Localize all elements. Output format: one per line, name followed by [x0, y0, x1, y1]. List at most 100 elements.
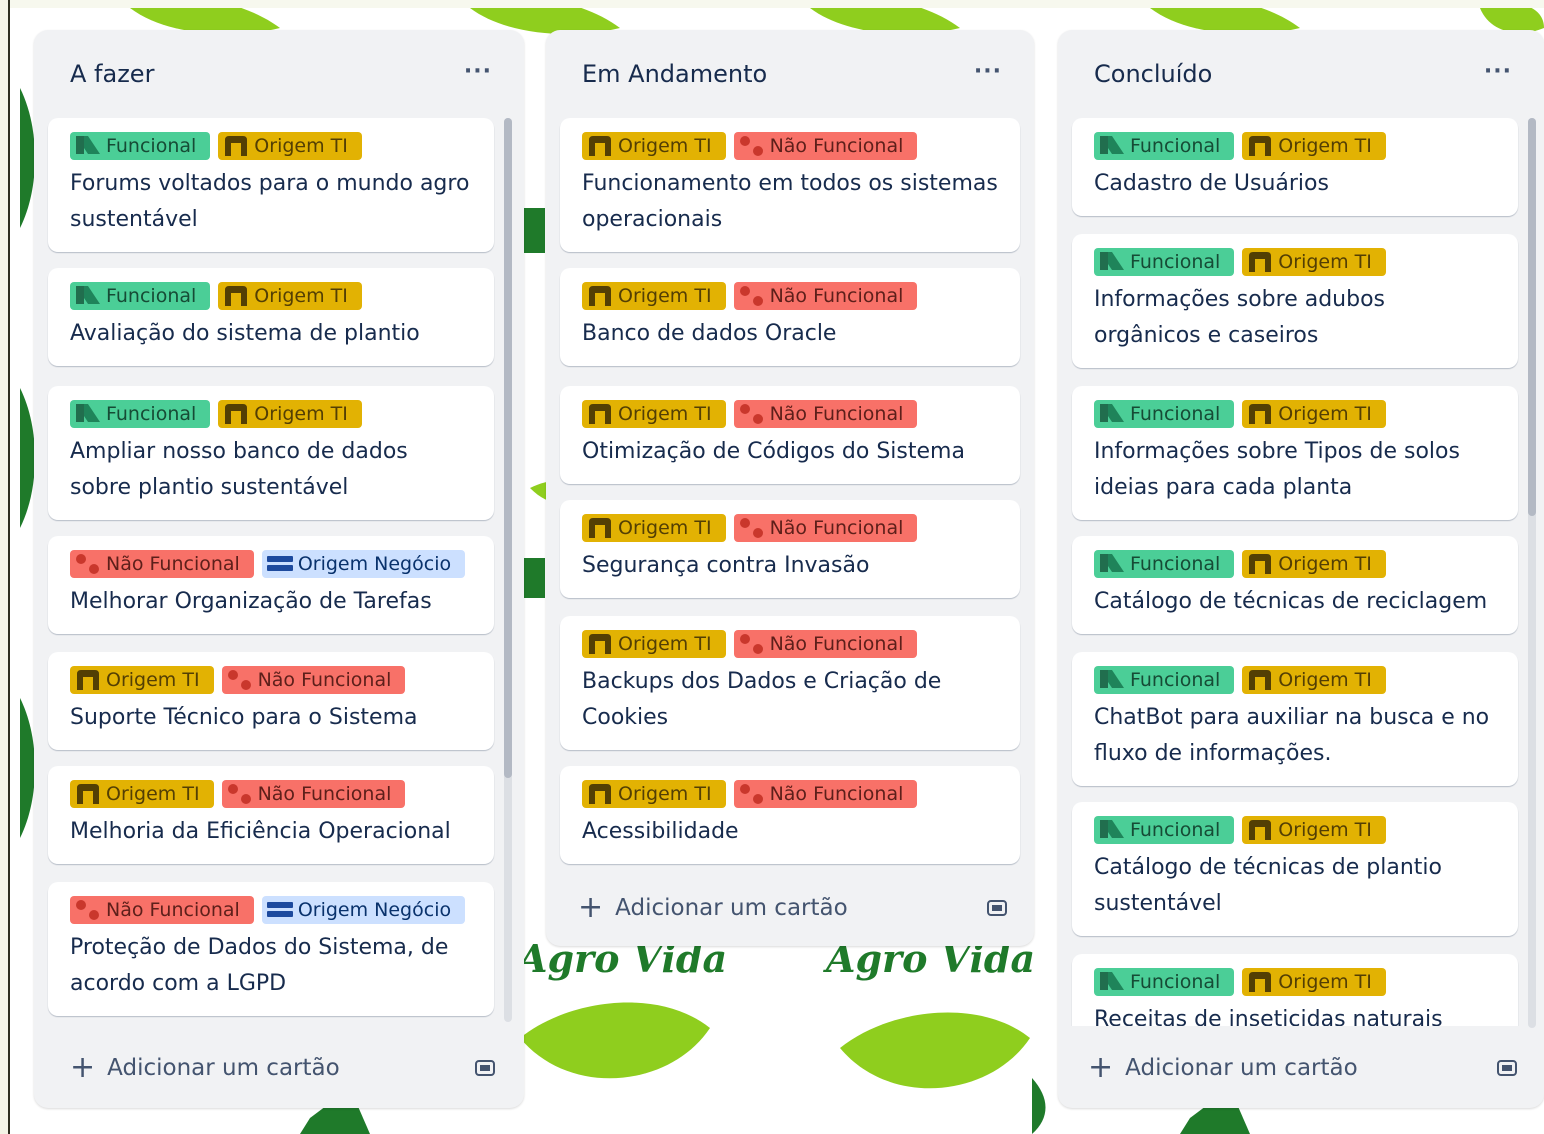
card[interactable]: Funcional Origem TI Catálogo de técnicas d…: [1072, 802, 1518, 936]
card-label-func[interactable]: Funcional: [1094, 550, 1235, 578]
card[interactable]: Não Funcional Origem Negócio Proteção de D…: [48, 882, 494, 1016]
card-labels: Funcional Origem TI: [1094, 550, 1498, 578]
card[interactable]: Origem TI Não Funcional Otimização de Códi…: [560, 386, 1020, 484]
card-label-ti[interactable]: Origem TI: [1242, 248, 1386, 276]
card-label-ti[interactable]: Origem TI: [1242, 132, 1386, 160]
card[interactable]: Não Funcional Origem Negócio Melhorar Orga…: [48, 536, 494, 634]
card[interactable]: Origem TI Não Funcional Acessibilidade: [560, 766, 1020, 864]
card-title: Backups dos Dados e Criação de Cookies: [582, 669, 942, 730]
card[interactable]: Funcional Origem TI Informações sobre Tipo…: [1072, 386, 1518, 520]
card-label-ti[interactable]: Origem TI: [582, 282, 726, 310]
add-card-button[interactable]: + Adicionar um cartão: [1088, 1048, 1358, 1088]
card[interactable]: Origem TI Não Funcional Melhoria da Eficiê…: [48, 766, 494, 864]
list-scrollbar[interactable]: [504, 118, 512, 1022]
label-leaf-icon: [1100, 252, 1124, 270]
card-template-icon[interactable]: [474, 1058, 496, 1078]
card-label-func[interactable]: Funcional: [70, 400, 211, 428]
card-label-func[interactable]: Funcional: [1094, 968, 1235, 996]
card-label-text: Funcional: [106, 135, 197, 157]
label-network-icon: [1249, 136, 1272, 156]
list-scrollbar-thumb[interactable]: [1528, 118, 1536, 516]
card-title: Suporte Técnico para o Sistema: [70, 705, 418, 730]
card[interactable]: Funcional Origem TI Catálogo de técnicas d…: [1072, 536, 1518, 634]
card[interactable]: Origem TI Não Funcional Segurança contra I…: [560, 500, 1020, 598]
label-network-icon: [225, 136, 248, 156]
list-scrollbar[interactable]: [1528, 118, 1536, 1028]
card-label-ti[interactable]: Origem TI: [1242, 816, 1386, 844]
card-label-text: Origem TI: [106, 783, 200, 805]
card-label-ti[interactable]: Origem TI: [582, 780, 726, 808]
card-label-text: Funcional: [106, 403, 197, 425]
card-label-ti[interactable]: Origem TI: [1242, 400, 1386, 428]
card-label-text: Não Funcional: [769, 783, 904, 805]
label-leaf-icon: [76, 404, 100, 422]
add-card-button[interactable]: + Adicionar um cartão: [578, 888, 848, 928]
card-template-icon[interactable]: [1496, 1058, 1518, 1078]
card-label-ti[interactable]: Origem TI: [582, 630, 726, 658]
card-label-nf[interactable]: Não Funcional: [733, 780, 918, 808]
card[interactable]: Funcional Origem TI Cadastro de Usuários: [1072, 118, 1518, 216]
card-label-text: Não Funcional: [769, 285, 904, 307]
label-layers-icon: [266, 902, 293, 917]
card-label-func[interactable]: Funcional: [70, 132, 211, 160]
card-label-ti[interactable]: Origem TI: [1242, 666, 1386, 694]
list-scrollbar-thumb[interactable]: [504, 118, 512, 778]
card-label-func[interactable]: Funcional: [70, 282, 211, 310]
card-labels: Origem TI Não Funcional: [582, 400, 1000, 428]
card-label-nf[interactable]: Não Funcional: [733, 400, 918, 428]
card-label-neg[interactable]: Origem Negócio: [261, 550, 466, 578]
card-label-func[interactable]: Funcional: [1094, 132, 1235, 160]
card-label-text: Origem TI: [254, 135, 348, 157]
card-label-func[interactable]: Funcional: [1094, 400, 1235, 428]
card-label-nf[interactable]: Não Funcional: [221, 666, 406, 694]
card-title: Melhorar Organização de Tarefas: [70, 589, 432, 614]
card-label-neg[interactable]: Origem Negócio: [261, 896, 466, 924]
card-template-icon[interactable]: [986, 898, 1008, 918]
card[interactable]: Funcional Origem TI Ampliar nosso banco de…: [48, 386, 494, 520]
card-label-nf[interactable]: Não Funcional: [733, 514, 918, 542]
card[interactable]: Origem TI Não Funcional Banco de dados Ora…: [560, 268, 1020, 366]
card-label-func[interactable]: Funcional: [1094, 248, 1235, 276]
label-layers-icon: [266, 556, 293, 571]
card-label-ti[interactable]: Origem TI: [218, 132, 362, 160]
card-label-nf[interactable]: Não Funcional: [733, 132, 918, 160]
card-label-ti[interactable]: Origem TI: [1242, 550, 1386, 578]
card[interactable]: Funcional Origem TI ChatBot para auxiliar …: [1072, 652, 1518, 786]
card-label-text: Origem Negócio: [297, 553, 452, 575]
card[interactable]: Funcional Origem TI Receitas de inseticida…: [1072, 954, 1518, 1026]
label-dots-icon: [739, 634, 763, 654]
card-label-nf[interactable]: Não Funcional: [70, 550, 254, 578]
card-label-ti[interactable]: Origem TI: [70, 666, 214, 694]
card[interactable]: Origem TI Não Funcional Funcionamento em t…: [560, 118, 1020, 252]
card-label-ti[interactable]: Origem TI: [218, 282, 362, 310]
card-label-nf[interactable]: Não Funcional: [733, 630, 918, 658]
card[interactable]: Funcional Origem TI Avaliação do sistema d…: [48, 268, 494, 366]
card-label-text: Origem TI: [618, 135, 712, 157]
card-label-nf[interactable]: Não Funcional: [733, 282, 918, 310]
card-label-func[interactable]: Funcional: [1094, 666, 1235, 694]
label-network-icon: [589, 286, 611, 306]
card-label-ti[interactable]: Origem TI: [582, 132, 726, 160]
card[interactable]: Funcional Origem TI Forums voltados para o…: [48, 118, 494, 252]
label-dots-icon: [76, 900, 99, 920]
card-label-nf[interactable]: Não Funcional: [221, 780, 406, 808]
label-network-icon: [589, 136, 611, 156]
card-label-ti[interactable]: Origem TI: [582, 400, 726, 428]
card-labels: Origem TI Não Funcional: [70, 666, 474, 694]
card-label-nf[interactable]: Não Funcional: [70, 896, 254, 924]
card-label-text: Funcional: [1130, 971, 1221, 993]
card-label-ti[interactable]: Origem TI: [218, 400, 362, 428]
add-card-button[interactable]: + Adicionar um cartão: [70, 1048, 340, 1088]
card-label-ti[interactable]: Origem TI: [1242, 968, 1386, 996]
label-network-icon: [589, 634, 611, 654]
card[interactable]: Funcional Origem TI Informações sobre adub…: [1072, 234, 1518, 368]
card-label-ti[interactable]: Origem TI: [70, 780, 214, 808]
card-title: Proteção de Dados do Sistema, de acordo …: [70, 935, 449, 996]
card-label-text: Origem TI: [618, 285, 712, 307]
card-label-text: Origem TI: [618, 783, 712, 805]
card-label-func[interactable]: Funcional: [1094, 816, 1235, 844]
card-label-ti[interactable]: Origem TI: [582, 514, 726, 542]
label-dots-icon: [739, 404, 763, 424]
card[interactable]: Origem TI Não Funcional Suporte Técnico pa…: [48, 652, 494, 750]
card[interactable]: Origem TI Não Funcional Backups dos Dados …: [560, 616, 1020, 750]
